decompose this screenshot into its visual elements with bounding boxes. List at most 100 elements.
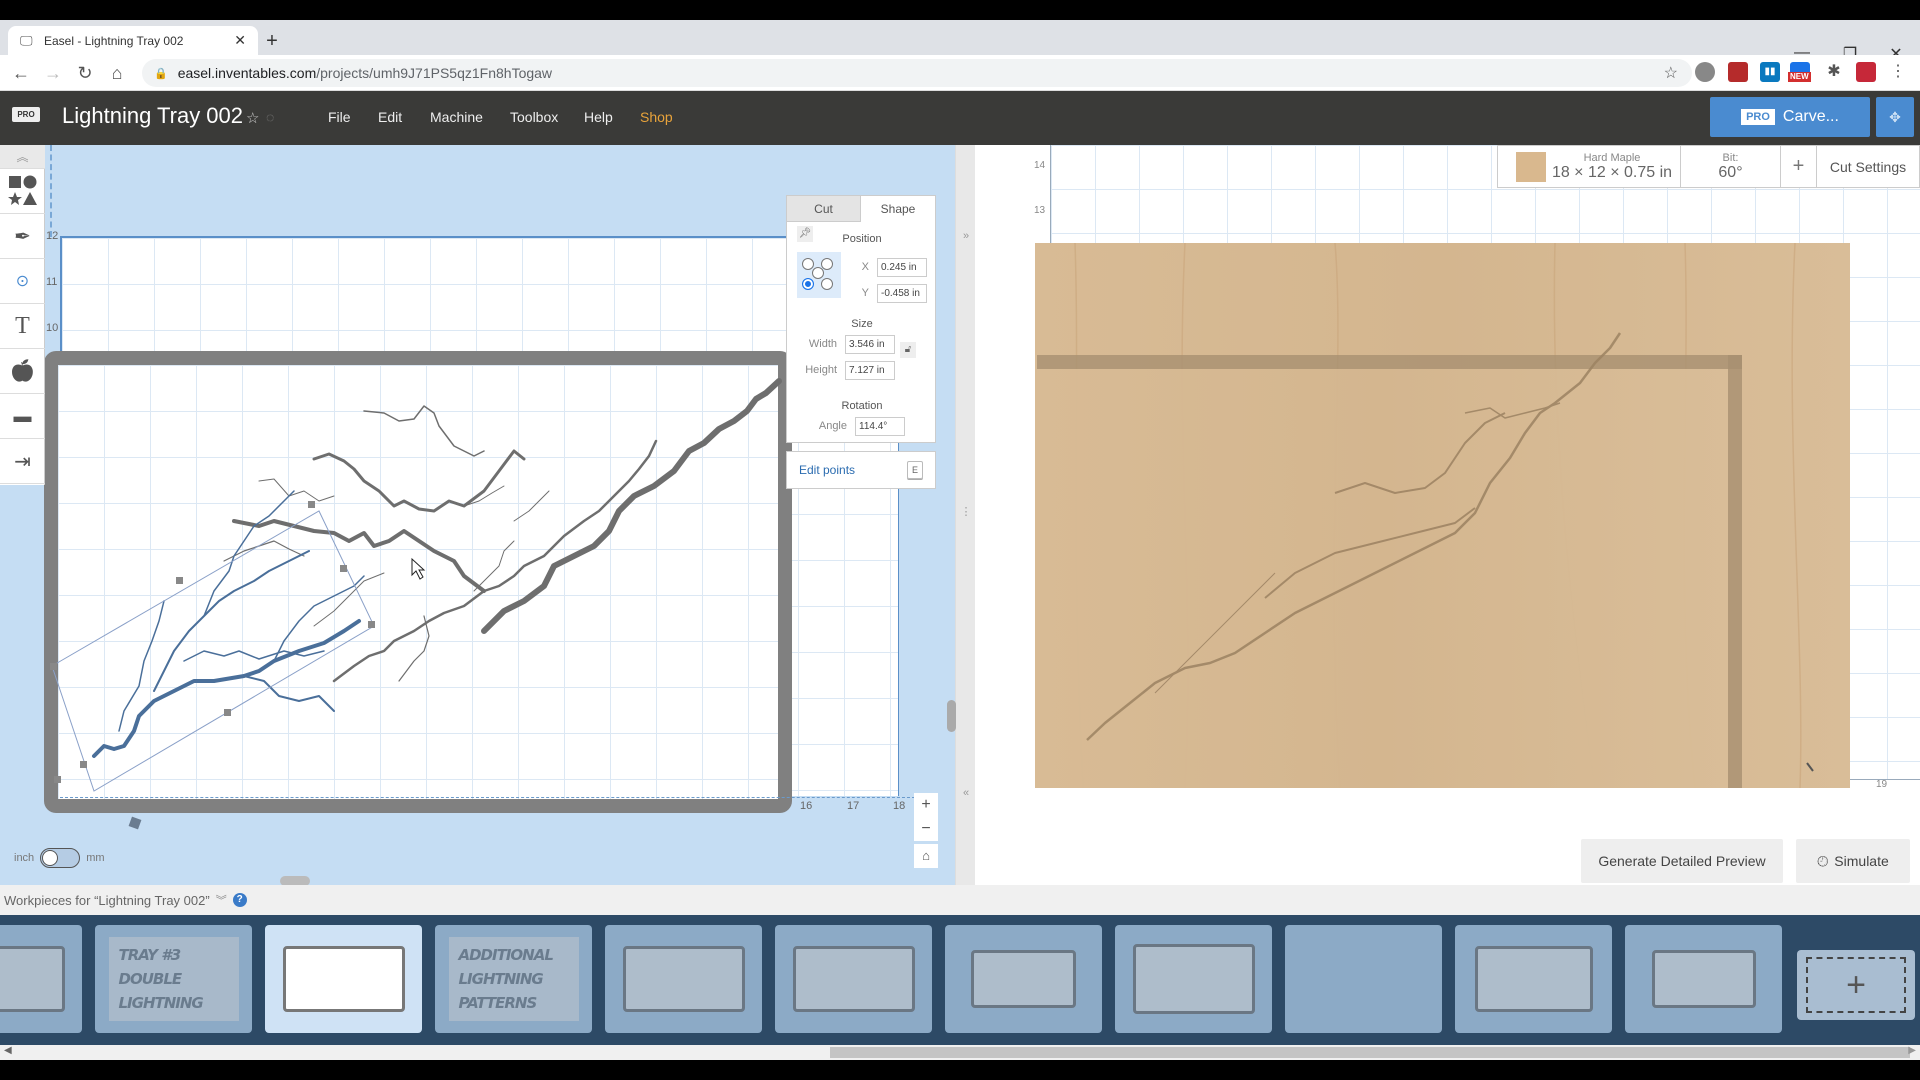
preview-ruler-label: 19: [1876, 779, 1888, 790]
anchor-top-right[interactable]: [821, 258, 833, 270]
scrollbar-thumb[interactable]: [830, 1047, 1910, 1058]
material-selector[interactable]: Hard Maple 18 × 12 × 0.75 in: [1498, 146, 1681, 187]
resize-handle[interactable]: [80, 761, 87, 768]
expand-arrows-icon[interactable]: ✥: [1876, 97, 1914, 137]
workpiece-thumbnail[interactable]: [1455, 925, 1612, 1033]
resize-handle[interactable]: [308, 501, 315, 508]
resize-handle[interactable]: [340, 565, 347, 572]
menu-file[interactable]: File: [328, 109, 351, 125]
saving-spinner-icon: ◌: [266, 109, 275, 125]
bit-selector[interactable]: Bit: 60°: [1681, 146, 1781, 187]
new-tab-button[interactable]: +: [262, 31, 282, 52]
expand-left-icon[interactable]: «: [956, 787, 976, 799]
position-x-input[interactable]: [877, 258, 927, 277]
workpiece-thumbnail[interactable]: [1115, 925, 1272, 1033]
width-input[interactable]: [845, 335, 895, 354]
canvas-vertical-scrollbar[interactable]: [947, 700, 956, 732]
workpiece-thumbnail[interactable]: [605, 925, 762, 1033]
resize-handle[interactable]: [54, 776, 61, 783]
workpiece-thumbnail[interactable]: [945, 925, 1102, 1033]
extension-red-icon[interactable]: [1856, 62, 1876, 82]
height-input[interactable]: [845, 361, 895, 380]
simulate-button[interactable]: 🕘︎ Simulate: [1796, 839, 1910, 883]
pen-tool-icon[interactable]: ✒: [0, 214, 45, 259]
reload-icon[interactable]: ↻: [74, 63, 96, 85]
anchor-center[interactable]: [812, 267, 824, 279]
menu-edit[interactable]: Edit: [378, 109, 402, 125]
forward-icon[interactable]: →: [42, 63, 64, 85]
ruler-label: 16: [800, 800, 813, 812]
workpiece-thumbnail[interactable]: [775, 925, 932, 1033]
help-icon[interactable]: ?: [232, 893, 247, 907]
extensions-puzzle-icon[interactable]: ✱: [1824, 62, 1844, 82]
cut-settings-button[interactable]: Cut Settings: [1817, 146, 1919, 187]
resize-handle[interactable]: [368, 621, 375, 628]
zoom-in-button[interactable]: +: [914, 793, 938, 817]
position-y-input[interactable]: [877, 284, 927, 303]
easel-logo[interactable]: PRO: [12, 103, 40, 133]
menu-shop[interactable]: Shop: [640, 109, 673, 125]
menu-toolbox[interactable]: Toolbox: [510, 109, 558, 125]
edit-points-row[interactable]: Edit points E: [786, 451, 936, 489]
scroll-right-icon[interactable]: ▶: [1908, 1045, 1916, 1056]
angle-input[interactable]: [855, 417, 905, 436]
workpiece-thumbnail[interactable]: [1625, 925, 1782, 1033]
carve-button[interactable]: PRO Carve...: [1710, 97, 1870, 137]
collapse-toolbar-icon[interactable]: ︽: [0, 145, 45, 169]
aspect-lock-icon[interactable]: 🔓︎: [900, 342, 916, 358]
url-input[interactable]: 🔒 easel.inventables.com/projects/umh9J71…: [142, 59, 1692, 87]
workpieces-expand-icon[interactable]: ︾: [216, 892, 227, 908]
edit-points-link[interactable]: Edit points: [799, 463, 855, 477]
pane-divider[interactable]: » ⋮ «: [955, 145, 975, 885]
add-workpiece-button[interactable]: +: [1797, 950, 1915, 1020]
menu-machine[interactable]: Machine: [430, 109, 483, 125]
expand-right-icon[interactable]: »: [956, 230, 976, 242]
generate-detailed-preview-button[interactable]: Generate Detailed Preview: [1581, 839, 1783, 883]
workpieces-label[interactable]: Workpieces for “Lightning Tray 002”: [4, 893, 210, 908]
workpieces-scrollbar[interactable]: ◀ ▶: [0, 1045, 1920, 1060]
add-bit-button[interactable]: +: [1781, 146, 1817, 187]
browser-tab[interactable]: 🖵 Easel - Lightning Tray 002 ✕: [8, 26, 258, 55]
import-icon[interactable]: ⇥: [0, 439, 45, 484]
menu-help[interactable]: Help: [584, 109, 613, 125]
anchor-bottom-left[interactable]: [802, 278, 814, 290]
workpiece-thumbnail[interactable]: ADDITIONAL LIGHTNING PATTERNS: [435, 925, 592, 1033]
workpiece-thumbnail-empty[interactable]: [1285, 925, 1442, 1033]
resize-handle[interactable]: [50, 663, 57, 670]
workpiece-thumbnail-active[interactable]: [265, 925, 422, 1033]
url-domain: easel.inventables.com: [177, 65, 317, 81]
zoom-home-button[interactable]: ⌂: [914, 844, 938, 868]
extension-new-icon[interactable]: NEW: [1788, 62, 1811, 82]
workpiece-preview: [792, 946, 915, 1012]
apps-apple-icon[interactable]: 🍎︎: [0, 349, 45, 394]
back-icon[interactable]: ←: [10, 63, 32, 85]
browser-menu-icon[interactable]: ⋮: [1888, 62, 1908, 82]
unit-toggle[interactable]: inch mm: [14, 848, 105, 868]
zoom-out-button[interactable]: −: [914, 817, 938, 841]
extension-chart-icon[interactable]: [1728, 62, 1748, 82]
lightning-drawing[interactable]: [44, 351, 804, 831]
pin-icon[interactable]: 📌︎: [797, 226, 813, 242]
point-tool-icon[interactable]: ⊙: [0, 259, 45, 304]
unit-switch[interactable]: [40, 848, 81, 868]
resize-handle[interactable]: [224, 709, 231, 716]
tab-cut[interactable]: Cut: [787, 196, 861, 222]
shapes-tool-icon[interactable]: [0, 169, 45, 214]
tab-shape[interactable]: Shape: [861, 196, 935, 222]
extension-circle-icon[interactable]: [1695, 62, 1715, 82]
trello-icon[interactable]: ▮▮: [1760, 62, 1780, 82]
project-title[interactable]: Lightning Tray 002: [62, 103, 243, 129]
components-lego-icon[interactable]: ▬: [0, 394, 45, 439]
drag-handle-icon[interactable]: ⋮: [956, 505, 976, 518]
bookmark-star-icon[interactable]: ☆: [1664, 63, 1678, 83]
workpiece-thumbnail[interactable]: [0, 925, 82, 1033]
resize-handle[interactable]: [176, 577, 183, 584]
workpiece-thumbnail[interactable]: TRAY #3 DOUBLE LIGHTNING: [95, 925, 252, 1033]
anchor-top-left[interactable]: [802, 258, 814, 270]
anchor-bottom-right[interactable]: [821, 278, 833, 290]
close-tab-icon[interactable]: ✕: [234, 32, 246, 49]
scroll-left-icon[interactable]: ◀: [4, 1045, 12, 1056]
text-tool-icon[interactable]: T: [0, 304, 45, 349]
favorite-star-icon[interactable]: ☆: [246, 109, 259, 127]
home-icon[interactable]: ⌂: [106, 63, 128, 85]
